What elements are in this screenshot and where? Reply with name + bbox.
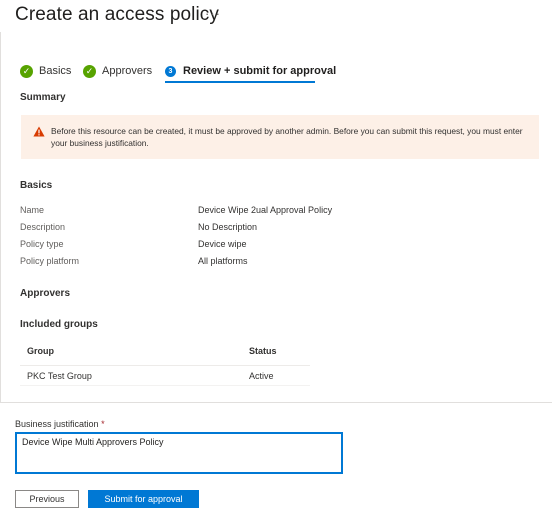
policy-platform-label: Policy platform [20, 256, 80, 266]
included-groups-heading: Included groups [20, 319, 98, 330]
page-title: Create an access policy [15, 4, 220, 25]
left-divider [0, 32, 1, 402]
step-label: Basics [39, 65, 72, 77]
description-label: Description [20, 222, 66, 232]
policy-platform-value: All platforms [198, 256, 248, 266]
step-label: Review + submit for approval [183, 65, 337, 77]
warning-banner: Before this resource can be created, it … [21, 115, 539, 159]
policy-type-value: Device wipe [198, 239, 247, 249]
field-label-text: Business justification [15, 419, 99, 429]
checkmark-icon: ✓ [20, 64, 33, 78]
active-step-underline [165, 81, 315, 83]
name-label: Name [20, 205, 45, 215]
submit-for-approval-button[interactable]: Submit for approval [88, 490, 199, 508]
basics-heading: Basics [20, 180, 53, 191]
summary-heading: Summary [20, 92, 66, 103]
checkmark-icon: ✓ [83, 64, 96, 78]
name-value: Device Wipe 2ual Approval Policy [198, 205, 333, 215]
step-label: Approvers [102, 65, 153, 77]
description-value: No Description [198, 222, 258, 232]
policy-type-label: Policy type [20, 239, 64, 249]
warning-text: Before this resource can be created, it … [51, 126, 523, 148]
more-options-icon[interactable]: ··· [205, 6, 221, 21]
footer-divider [0, 402, 552, 403]
step-basics[interactable]: ✓ Basics [20, 61, 71, 81]
column-header-group: Group [27, 346, 54, 356]
step-approvers[interactable]: ✓ Approvers [83, 61, 152, 81]
table-row-divider [20, 385, 310, 386]
step-number-icon: 3 [165, 65, 176, 77]
warning-triangle-icon [33, 126, 45, 137]
table-header-divider [20, 365, 310, 366]
business-justification-label: Business justification * [15, 419, 105, 429]
approvers-heading: Approvers [20, 288, 71, 299]
status-cell: Active [249, 371, 274, 381]
business-justification-input[interactable] [15, 432, 343, 474]
required-indicator: * [101, 419, 105, 429]
step-review-submit[interactable]: 3 Review + submit for approval [165, 61, 336, 81]
group-cell: PKC Test Group [27, 371, 92, 381]
column-header-status: Status [249, 346, 277, 356]
previous-button[interactable]: Previous [15, 490, 79, 508]
